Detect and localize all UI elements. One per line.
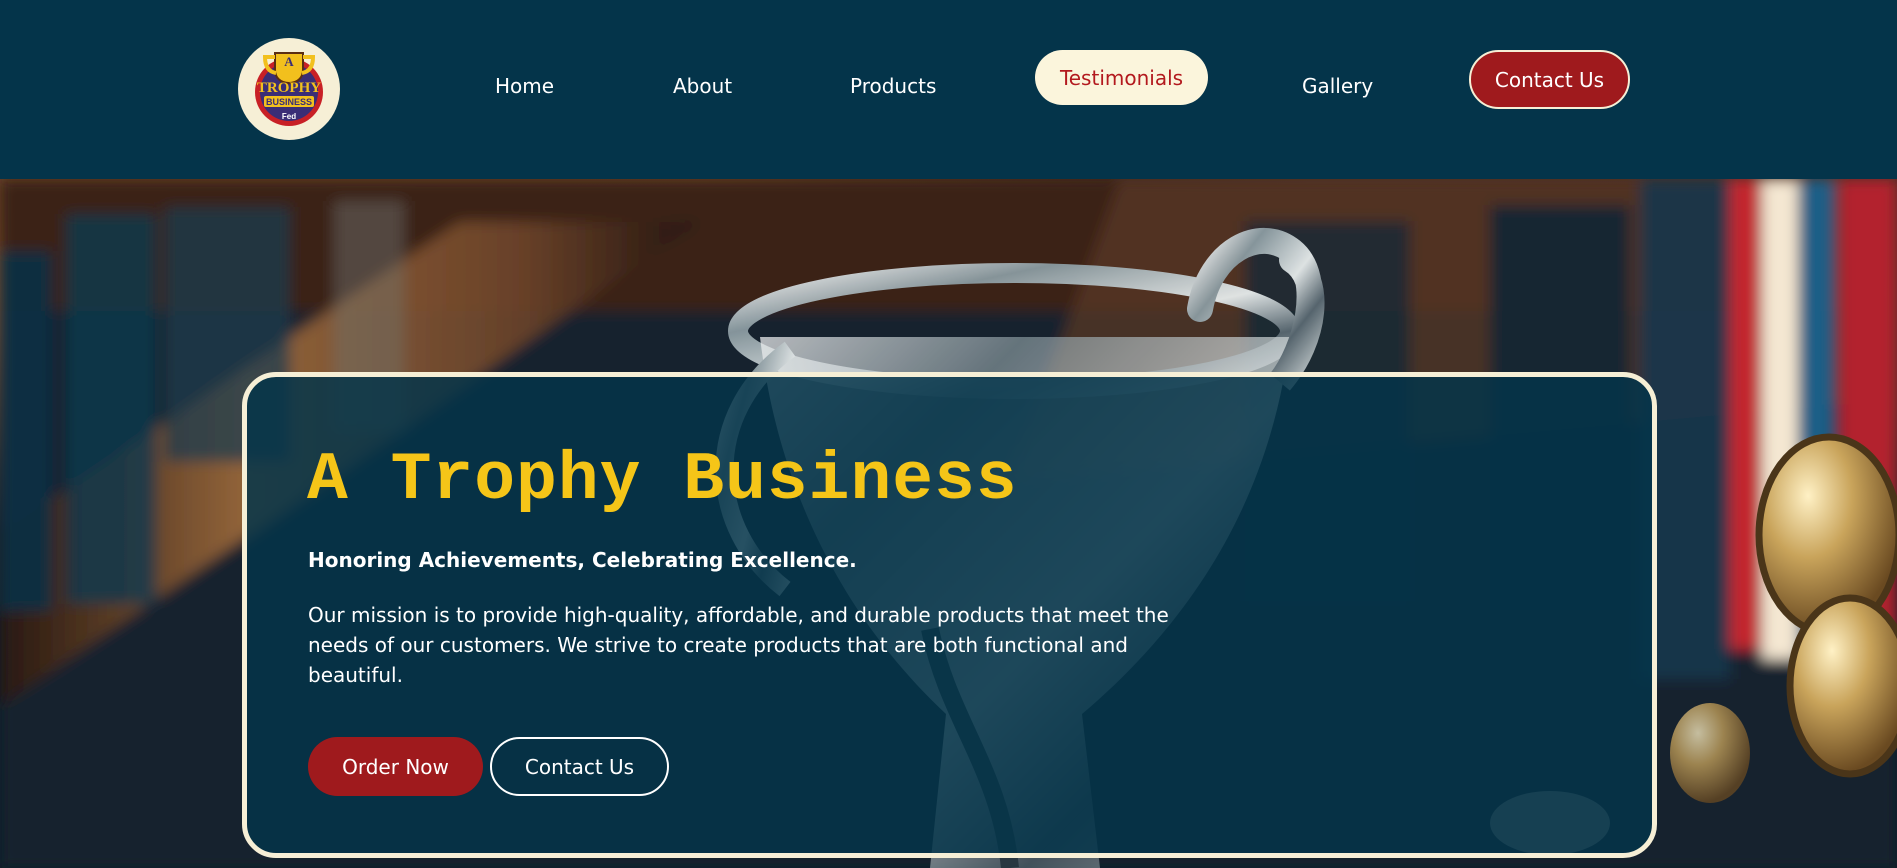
- hero-title: A Trophy Business: [307, 442, 1018, 519]
- hero-card: A Trophy Business Honoring Achievements,…: [242, 372, 1657, 858]
- nav-about-link[interactable]: About: [673, 76, 732, 96]
- nav-home-link[interactable]: Home: [495, 76, 554, 96]
- trophy-logo-icon: A TROPHY BUSINESS Fed: [246, 46, 332, 132]
- trophy-business-page: A TROPHY BUSINESS Fed Home About Product…: [0, 0, 1897, 868]
- logo-text-line1: TROPHY: [257, 80, 321, 96]
- nav-testimonials-link[interactable]: Testimonials: [1035, 50, 1208, 105]
- hero-contact-button[interactable]: Contact Us: [490, 737, 669, 796]
- nav-products-link[interactable]: Products: [850, 76, 936, 96]
- logo-text-line2: BUSINESS: [266, 97, 312, 107]
- header-contact-button[interactable]: Contact Us: [1469, 50, 1630, 109]
- logo-badge-text: A: [284, 54, 294, 69]
- site-header: A TROPHY BUSINESS Fed Home About Product…: [0, 0, 1897, 179]
- trophy-badge-logo[interactable]: A TROPHY BUSINESS Fed: [238, 38, 340, 140]
- order-now-button[interactable]: Order Now: [308, 737, 483, 796]
- hero-subtitle: Honoring Achievements, Celebrating Excel…: [308, 548, 857, 572]
- nav-gallery-link[interactable]: Gallery: [1302, 76, 1373, 96]
- logo-text-line3: Fed: [282, 112, 296, 121]
- hero-description: Our mission is to provide high-quality, …: [308, 603, 1169, 687]
